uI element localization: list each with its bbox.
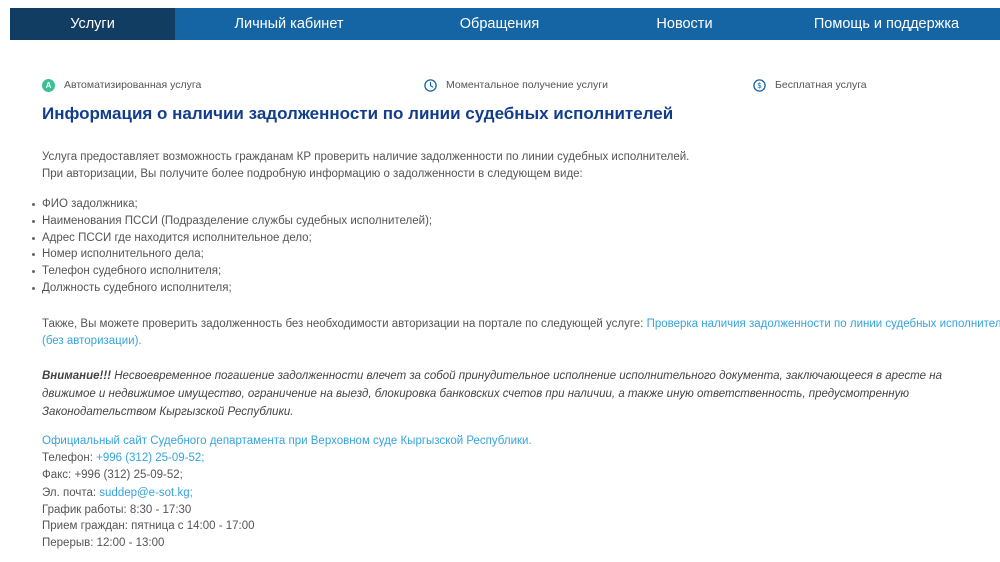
feature-instant: Моментальное получение услуги <box>424 78 608 92</box>
list-item: Должность судебного исполнителя; <box>30 280 432 297</box>
nav-tab-personal-account[interactable]: Личный кабинет <box>175 8 403 40</box>
top-navigation: Услуги Личный кабинет Обращения Новости … <box>10 8 1000 40</box>
email-line: Эл. почта: suddep@e-sot.kg; <box>42 485 193 502</box>
automated-icon: A <box>42 78 55 92</box>
list-item: Номер исполнительного дела; <box>30 246 432 263</box>
feature-free-label: Бесплатная услуга <box>775 79 867 91</box>
schedule-line: График работы: 8:30 - 17:30 <box>42 504 192 516</box>
page-title: Информация о наличии задолженности по ли… <box>42 104 674 123</box>
reception-line: Прием граждан: пятница с 14:00 - 17:00 <box>42 520 255 532</box>
clock-icon <box>424 78 437 92</box>
feature-automated: A Автоматизированная услуга <box>42 78 201 92</box>
email-link[interactable]: suddep@e-sot.kg; <box>99 487 193 499</box>
check-debt-link-continuation[interactable]: (без авторизации). <box>42 335 142 347</box>
also-text: Также, Вы можете проверить задолженность… <box>42 318 647 330</box>
warning-label: Внимание!!! <box>42 370 112 382</box>
list-item: ФИО задолжника; <box>30 196 432 213</box>
break-line: Перерыв: 12:00 - 13:00 <box>42 537 165 549</box>
debt-info-list: ФИО задолжника; Наименования ПССИ (Подра… <box>30 196 432 297</box>
feature-automated-label: Автоматизированная услуга <box>64 79 202 91</box>
check-debt-link[interactable]: Проверка наличия задолженности по линии … <box>647 318 1000 330</box>
intro-text-2: При авторизации, Вы получите более подро… <box>42 168 583 180</box>
phone-label: Телефон: <box>42 452 97 464</box>
coin-icon: $ <box>753 78 766 92</box>
nav-tab-news[interactable]: Новости <box>596 8 773 40</box>
nav-tab-services[interactable]: Услуги <box>10 8 175 40</box>
feature-free: $ Бесплатная услуга <box>753 78 867 92</box>
nav-tab-appeals[interactable]: Обращения <box>403 8 596 40</box>
warning-text: Несвоевременное погашение задолженности … <box>42 370 942 418</box>
intro-text-1: Услуга предоставляет возможность граждан… <box>42 151 690 163</box>
svg-text:$: $ <box>757 81 762 90</box>
also-paragraph: Также, Вы можете проверить задолженность… <box>42 316 1000 333</box>
warning-paragraph: Внимание!!! Несвоевременное погашение за… <box>42 367 972 421</box>
nav-tab-help-support[interactable]: Помощь и поддержка <box>773 8 1000 40</box>
email-label: Эл. почта: <box>42 487 100 499</box>
list-item: Наименования ПССИ (Подразделение службы … <box>30 213 432 230</box>
also-paragraph-line-2: (без авторизации). <box>42 333 142 350</box>
phone-link[interactable]: +996 (312) 25-09-52; <box>96 452 204 464</box>
official-site-link[interactable]: Официальный сайт Судебного департамента … <box>42 433 532 450</box>
feature-instant-label: Моментальное получение услуги <box>446 79 608 91</box>
list-item: Адрес ПССИ где находится исполнительное … <box>30 230 432 247</box>
fax-line: Факс: +996 (312) 25-09-52; <box>42 469 183 481</box>
list-item: Телефон судебного исполнителя; <box>30 263 432 280</box>
phone-line: Телефон: +996 (312) 25-09-52; <box>42 450 204 467</box>
